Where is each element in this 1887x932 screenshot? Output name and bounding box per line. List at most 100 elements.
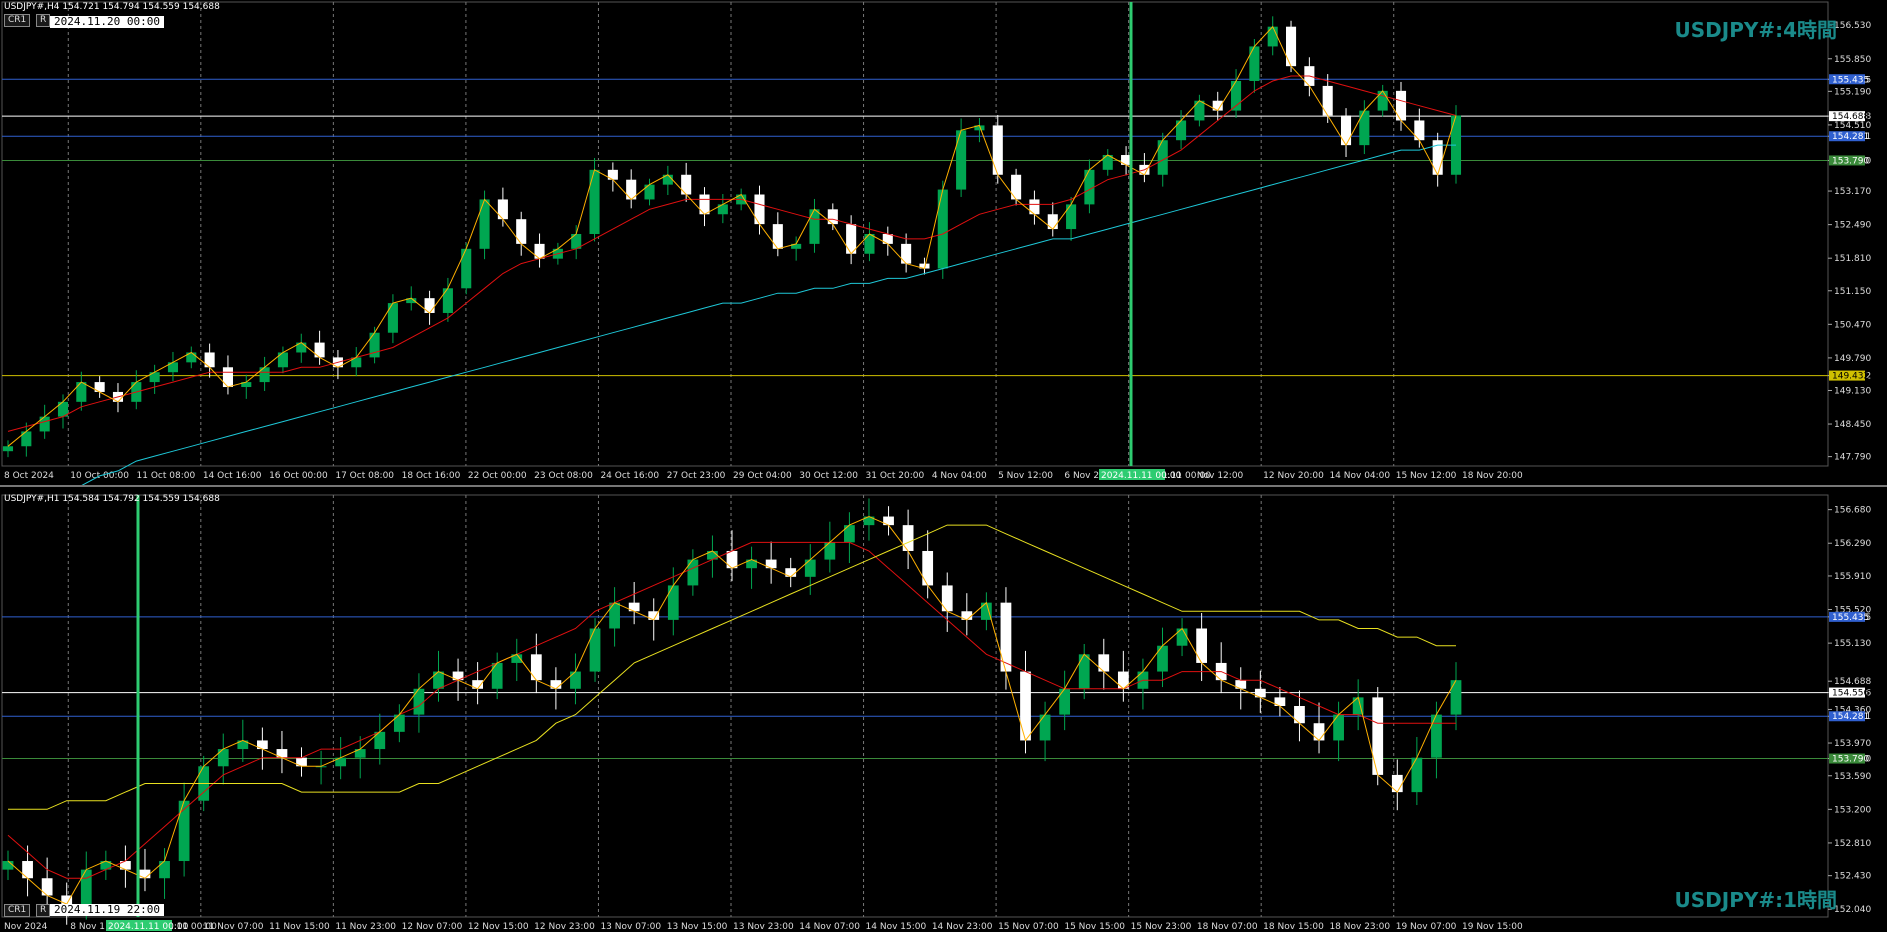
cursor-date-label: 2024.11.11 00:00 [108,922,189,932]
candle-body [159,861,170,879]
candle-body [1391,774,1403,793]
candle-body [667,585,679,620]
price-level-label: 153.790 [1832,156,1869,166]
h4-chart-svg[interactable]: 8 Oct 2024 10 Oct 00:00 11 Oct 08:00 14 Oct… [0,0,1887,485]
candle-body [1249,46,1260,81]
x-tick-label: Nov 2024 [4,922,48,932]
x-tick-label: 29 Oct 04:00 [733,471,792,481]
cursor-date-label: 2024.11.11 00:00 [1101,471,1182,481]
y-tick-label: 152.430 [1834,872,1871,882]
x-tick-label: 8 Nov 1 [70,922,105,932]
y-tick-label: 148.450 [1834,420,1871,430]
y-tick-label: 153.970 [1834,739,1871,749]
candle-body [941,585,953,612]
candle-body [609,602,620,629]
candle-body [827,209,838,225]
candle-body [442,288,453,313]
x-tick-label: 11 Nov 07:00 [203,922,264,932]
x-tick-label: 11 Nov 23:00 [335,922,396,932]
x-tick-label: 14 Nov 15:00 [866,922,927,932]
candle-body [479,199,490,249]
x-tick-label: 15 Nov 07:00 [998,922,1059,932]
y-tick-label: 150.470 [1834,320,1871,330]
price-level-label: 154.688 [1832,112,1869,122]
y-tick-label: 155.850 [1834,55,1871,65]
plot-frame [1,494,1829,918]
candle-body [726,550,738,569]
y-tick-label: 149.130 [1834,386,1871,396]
candle-body [491,662,503,689]
x-tick-label: 15 Nov 23:00 [1131,922,1192,932]
candle-body [461,248,472,289]
candle-body [937,189,948,269]
cr1-button[interactable]: CR1 [4,904,31,917]
candle-body [1157,645,1168,672]
candle-body [1020,671,1031,741]
x-tick-label: 15 Nov 12:00 [1396,471,1457,481]
price-level-label: 155.435 [1832,75,1869,85]
y-tick-label: 151.150 [1834,287,1871,297]
candle-body [570,671,581,689]
x-tick-label: 31 Oct 20:00 [866,471,925,481]
h1-chart-panel[interactable]: Nov 2024 8 Nov 1 2024.11.11 00:00 11 Nov 07… [0,487,1887,932]
candle-body [1196,628,1208,663]
y-tick-label: 152.490 [1834,221,1871,231]
y-tick-label: 155.130 [1834,639,1871,649]
x-tick-label: 12 Nov 23:00 [534,922,595,932]
candle-body [530,654,542,681]
x-tick-label: 11 Nov 15:00 [269,922,330,932]
h4-header: USDJPY#,H4 154.721 154.794 154.559 154.6… [4,2,220,12]
candle-body [956,130,967,190]
candle-body [76,382,87,402]
candle-body [516,219,527,244]
candle-body [681,174,692,195]
candle-body [589,628,601,672]
candle-body [497,199,508,220]
x-tick-label: 18 Oct 16:00 [402,471,461,481]
candle-body [809,209,820,244]
r-button[interactable]: R [36,14,51,27]
x-tick-label: Nov 12:00 [1197,471,1244,481]
h1-title: USDJPY#:1時間 [1674,888,1838,912]
candle-body [1059,688,1071,715]
candle-body [2,861,14,870]
candle-body [1285,26,1297,67]
candle-body [1395,90,1407,121]
h4-title: USDJPY#:4時間 [1674,18,1838,42]
candle-body [1414,120,1425,141]
x-tick-label: 22 Oct 00:00 [468,471,527,481]
candle-body [1117,671,1129,689]
y-tick-label: 156.680 [1834,506,1871,516]
r-button[interactable]: R [36,904,51,917]
candle-body [804,559,816,577]
x-tick-label: 24 Oct 16:00 [600,471,659,481]
y-tick-label: 155.190 [1834,87,1871,97]
candle-body [1078,654,1090,689]
candle-body [687,559,699,586]
y-tick-label: 152.810 [1834,839,1871,849]
price-level-label: 154.281 [1832,712,1869,722]
moving-average-line [81,144,1456,485]
h1-date-box: 2024.11.19 22:00 [50,904,164,916]
y-tick-label: 156.530 [1834,21,1871,31]
x-tick-label: 4 Nov 04:00 [932,471,987,481]
candle-body [1450,680,1462,715]
price-level-label: 154.281 [1832,132,1869,142]
x-tick-label: 16 Oct 00:00 [269,471,328,481]
h1-chart-svg[interactable]: Nov 2024 8 Nov 1 2024.11.11 00:00 11 Nov 07… [0,487,1887,932]
x-tick-label: 13 Nov 07:00 [600,922,661,932]
candle-body [1194,100,1205,121]
candle-body [1294,706,1305,724]
candle-body [222,367,233,388]
x-tick-label: 12 Nov 20:00 [1263,471,1324,481]
x-tick-label: 18 Nov 15:00 [1263,922,1324,932]
h4-chart-panel[interactable]: 8 Oct 2024 10 Oct 00:00 11 Oct 08:00 14 Oct… [0,0,1887,486]
candle-body [1176,120,1187,141]
candle-body [1011,174,1022,200]
y-tick-label: 153.590 [1834,772,1871,782]
y-tick-label: 154.688 [1834,677,1871,687]
candle-body [1098,654,1110,672]
moving-average-line [7,541,1456,879]
x-tick-label: 14 Nov 04:00 [1329,471,1390,481]
cr1-button[interactable]: CR1 [4,14,31,27]
